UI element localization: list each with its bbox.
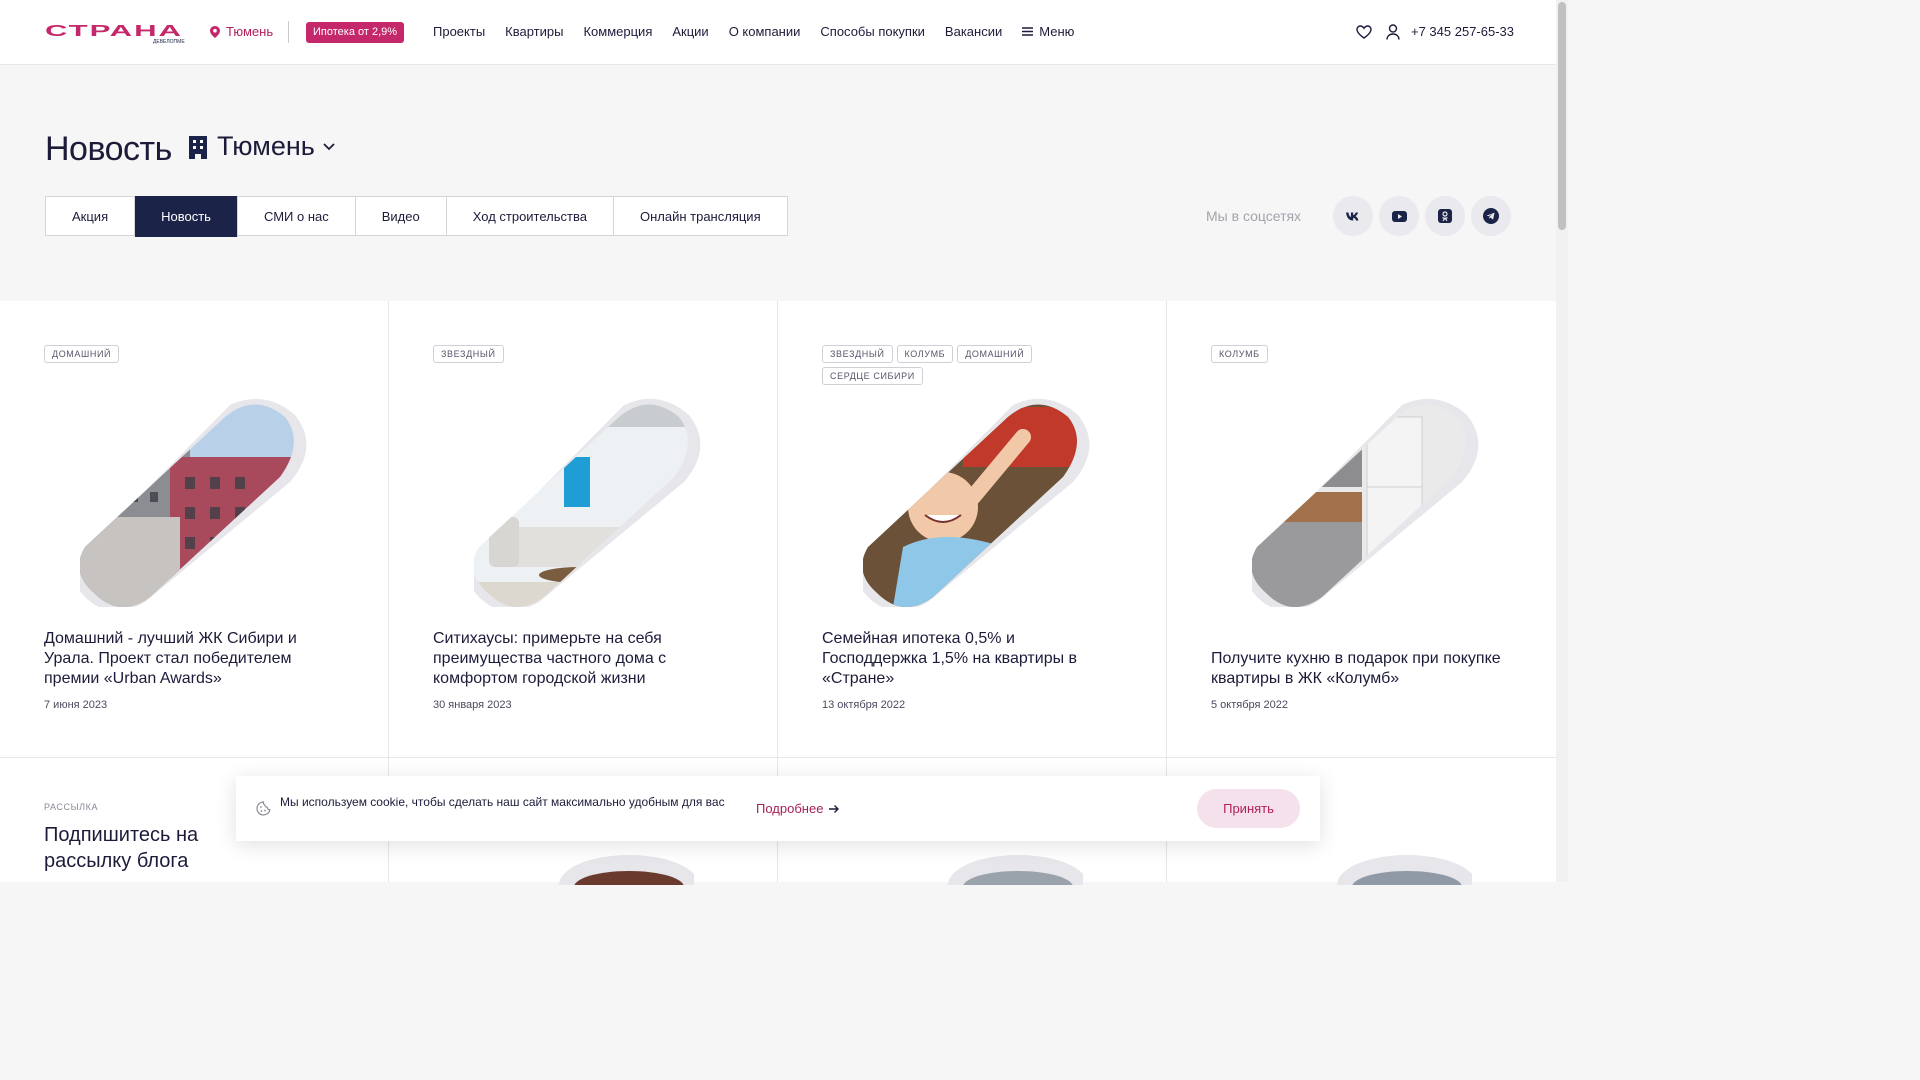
socials-label: Мы в соцсетях	[1206, 208, 1302, 224]
page-title: Новость	[45, 130, 172, 168]
category-tabs: Акция Новость СМИ о нас Видео Ход строит…	[45, 196, 788, 237]
tab-online-stream[interactable]: Онлайн трансляция	[614, 197, 787, 235]
nav-item-apartments[interactable]: Квартиры	[505, 24, 563, 39]
arrow-right-icon	[829, 804, 840, 813]
telegram-icon[interactable]	[1471, 196, 1511, 236]
tab-promotion[interactable]: Акция	[46, 197, 136, 235]
menu-label: Меню	[1039, 24, 1075, 39]
cookie-more-link[interactable]: Подробнее	[756, 801, 840, 816]
tag[interactable]: ДОМАШНИЙ	[957, 345, 1033, 363]
card-title[interactable]: Получите кухню в подарок при покупке ква…	[1211, 649, 1511, 689]
user-icon[interactable]	[1386, 24, 1400, 40]
card-tags: ЗВЕЗДНЫЙ КОЛУМБ ДОМАШНИЙ СЕРДЦЕ СИБИРИ	[822, 345, 1052, 385]
news-card[interactable]: ДОМАШНИЙ Домашний - лучший ЖК Сибири и У…	[0, 301, 389, 758]
hamburger-icon	[1022, 27, 1034, 36]
news-image-kitchen	[1252, 399, 1479, 607]
heart-icon[interactable]	[1356, 25, 1372, 39]
news-card[interactable]: КОЛУМБ Получите кухню в подарок при поку…	[1167, 301, 1556, 758]
logo[interactable]: СТРАНА ДЕВЕЛОПМЕНТ	[45, 22, 185, 44]
cookie-icon	[256, 801, 271, 816]
nav-item-about[interactable]: О компании	[729, 24, 801, 39]
chevron-down-icon	[323, 142, 335, 150]
tag[interactable]: ЗВЕЗДНЫЙ	[433, 345, 504, 363]
nav-item-vacancies[interactable]: Вакансии	[945, 24, 1002, 39]
card-date: 30 января 2023	[433, 699, 512, 711]
nav-item-commerce[interactable]: Коммерция	[583, 24, 652, 39]
divider	[288, 21, 289, 43]
tag[interactable]: ЗВЕЗДНЫЙ	[822, 345, 893, 363]
card-tags: ЗВЕЗДНЫЙ	[433, 345, 663, 363]
card-title[interactable]: Домашний - лучший ЖК Сибири и Урала. Про…	[44, 629, 344, 689]
svg-text:ДЕВЕЛОПМЕНТ: ДЕВЕЛОПМЕНТ	[153, 39, 185, 44]
phone-number[interactable]: +7 345 257-65-33	[1411, 24, 1514, 39]
card-date: 13 октября 2022	[822, 699, 906, 711]
tab-construction[interactable]: Ход строительства	[447, 197, 614, 235]
tab-media[interactable]: СМИ о нас	[238, 197, 356, 235]
card-title[interactable]: Ситихаусы: примерьте на себя преимуществ…	[433, 629, 733, 689]
news-image-partial	[1337, 855, 1472, 885]
card-date: 7 июня 2023	[44, 699, 108, 711]
header-actions	[1356, 24, 1400, 40]
city-selector[interactable]: Тюмень	[210, 24, 273, 39]
news-image-child	[863, 399, 1090, 607]
card-tags: КОЛУМБ	[1211, 345, 1441, 363]
city-label: Тюмень	[226, 24, 274, 39]
social-links	[1333, 196, 1511, 236]
subscribe-title: Подпишитесь на рассылку блога	[44, 824, 199, 872]
cookie-banner: Мы используем cookie, чтобы сделать наш …	[236, 776, 1320, 841]
building-icon	[189, 135, 207, 159]
vk-icon[interactable]	[1333, 196, 1373, 236]
svg-text:СТРАНА: СТРАНА	[45, 23, 183, 40]
tag[interactable]: КОЛУМБ	[1211, 345, 1268, 363]
youtube-icon[interactable]	[1379, 196, 1419, 236]
tab-video[interactable]: Видео	[356, 197, 447, 235]
card-tags: ДОМАШНИЙ	[44, 345, 274, 363]
site-header: СТРАНА ДЕВЕЛОПМЕНТ Тюмень Ипотека от 2,9…	[0, 0, 1556, 65]
news-image-partial	[559, 855, 694, 885]
news-card[interactable]: ЗВЕЗДНЫЙ КОЛУМБ ДОМАШНИЙ СЕРДЦЕ СИБИРИ С…	[778, 301, 1167, 758]
nav-item-purchase[interactable]: Способы покупки	[820, 24, 925, 39]
news-card[interactable]: ЗВЕЗДНЫЙ Ситихаусы: примерьте на себя пр…	[389, 301, 778, 758]
city-dropdown[interactable]: Тюмень	[187, 131, 335, 162]
mortgage-badge[interactable]: Ипотека от 2,9%	[306, 22, 405, 43]
map-pin-icon	[210, 25, 220, 38]
nav-item-promotions[interactable]: Акции	[672, 24, 708, 39]
tag[interactable]: СЕРДЦЕ СИБИРИ	[822, 367, 923, 385]
menu-button[interactable]: Меню	[1022, 24, 1074, 39]
card-title[interactable]: Семейная ипотека 0,5% и Господдержка 1,5…	[822, 629, 1122, 689]
tag[interactable]: КОЛУМБ	[896, 345, 954, 363]
scrollbar-thumb[interactable]	[1558, 2, 1566, 230]
news-image-building	[80, 399, 307, 607]
subscribe-caption: РАССЫЛКА	[44, 802, 99, 812]
cookie-text: Мы используем cookie, чтобы сделать наш …	[280, 795, 725, 809]
tab-news[interactable]: Новость	[135, 196, 238, 237]
cookie-more-label: Подробнее	[756, 801, 824, 816]
nav-item-projects[interactable]: Проекты	[433, 24, 485, 39]
card-date: 5 октября 2022	[1211, 699, 1288, 711]
city-dropdown-label: Тюмень	[217, 131, 315, 161]
tag[interactable]: ДОМАШНИЙ	[44, 345, 120, 363]
news-image-partial	[948, 855, 1083, 885]
accept-cookies-button[interactable]: Принять	[1197, 789, 1300, 828]
main-nav: Проекты Квартиры Коммерция Акции О компа…	[433, 24, 1074, 39]
odnoklassniki-icon[interactable]	[1425, 196, 1465, 236]
news-image-interior	[474, 399, 701, 607]
